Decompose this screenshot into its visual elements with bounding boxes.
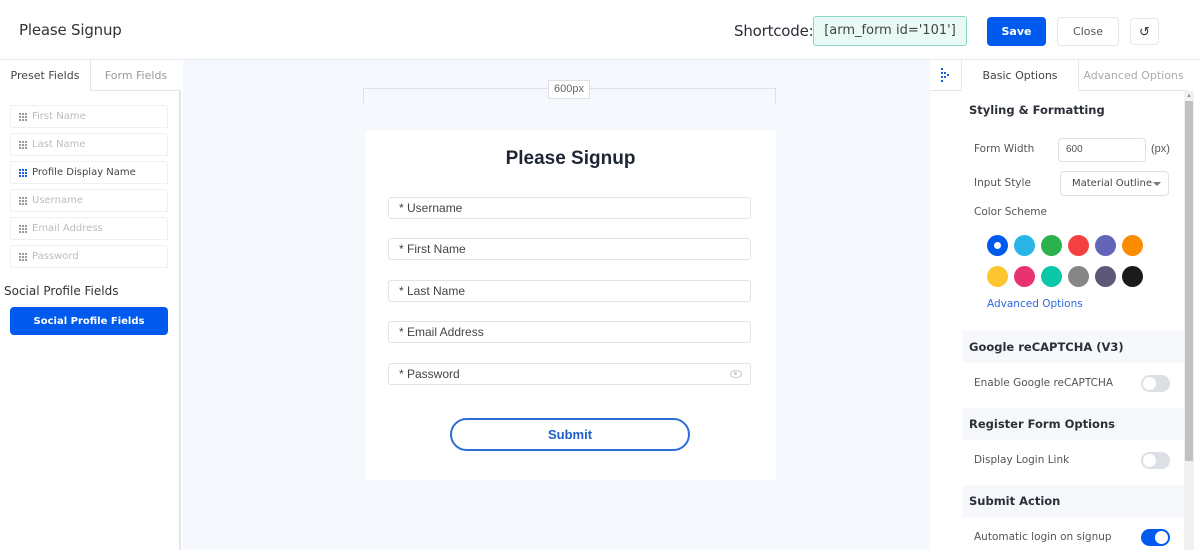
color-swatch[interactable] (1014, 235, 1035, 256)
right-panel: Basic Options Advanced Options Styling &… (930, 60, 1200, 550)
color-swatch[interactable] (1041, 235, 1062, 256)
drag-grid-icon (19, 224, 27, 233)
page-title: Please Signup (19, 21, 122, 39)
submit-button[interactable]: Submit (450, 418, 690, 451)
drag-handle-icon (941, 68, 951, 84)
field-item-username[interactable]: Username (10, 189, 168, 212)
enable-recaptcha-label: Enable Google reCAPTCHA (974, 377, 1114, 389)
scroll-up-arrow-icon[interactable]: ▲ (1186, 93, 1192, 99)
submit-action-heading: Submit Action (962, 485, 1184, 517)
form-width-unit: (px) (1151, 143, 1170, 155)
username-input[interactable]: * Username (388, 197, 751, 219)
color-swatch[interactable] (1122, 266, 1143, 287)
form-preview: Please Signup * Username * First Name * … (365, 130, 776, 480)
field-item-label: Profile Display Name (32, 167, 136, 178)
chevron-down-icon (1153, 182, 1161, 186)
social-profile-heading: Social Profile Fields (4, 284, 119, 298)
top-bar: Please Signup Shortcode: [arm_form id='1… (0, 0, 1200, 60)
close-button[interactable]: Close (1057, 17, 1119, 46)
field-item-label: First Name (32, 111, 86, 122)
advanced-options-link[interactable]: Advanced Options (987, 298, 1083, 310)
color-swatch[interactable] (1068, 266, 1089, 287)
drag-grid-icon (19, 196, 27, 205)
form-width-input[interactable]: 600 (1058, 138, 1146, 162)
panel-toggle-handle[interactable] (930, 60, 962, 91)
drag-grid-icon (19, 112, 27, 121)
email-address-input[interactable]: * Email Address (388, 321, 751, 343)
color-scheme-label: Color Scheme (974, 206, 1047, 218)
tab-basic-options[interactable]: Basic Options (962, 60, 1078, 91)
field-item-label: Username (32, 195, 83, 206)
password-label: * Password (399, 367, 460, 381)
reset-icon: ↺ (1139, 24, 1150, 39)
last-name-input[interactable]: * Last Name (388, 280, 751, 302)
recaptcha-heading: Google reCAPTCHA (V3) (962, 331, 1184, 363)
field-item-label: Email Address (32, 223, 103, 234)
form-canvas: 600px Please Signup * Username * First N… (183, 60, 930, 550)
form-width-label: Form Width (974, 143, 1035, 155)
password-input[interactable]: * Password (388, 363, 751, 385)
field-item-label: Last Name (32, 139, 86, 150)
first-name-input[interactable]: * First Name (388, 238, 751, 260)
auto-login-toggle[interactable] (1141, 529, 1170, 546)
enable-recaptcha-toggle[interactable] (1141, 375, 1170, 392)
styling-heading: Styling & Formatting (962, 94, 1184, 126)
input-style-select[interactable]: Material Outline (1060, 171, 1169, 196)
display-login-link-label: Display Login Link (974, 454, 1070, 466)
reset-button[interactable]: ↺ (1130, 18, 1159, 45)
register-options-heading: Register Form Options (962, 408, 1184, 440)
field-item-email-address[interactable]: Email Address (10, 217, 168, 240)
drag-grid-icon (19, 252, 27, 261)
field-item-password[interactable]: Password (10, 245, 168, 268)
color-swatch[interactable] (987, 266, 1008, 287)
color-swatch[interactable] (1041, 266, 1062, 287)
color-swatch[interactable] (1095, 235, 1116, 256)
tab-advanced-options[interactable]: Advanced Options (1078, 60, 1188, 91)
left-panel: Preset Fields Form Fields First Name Las… (0, 60, 181, 550)
input-style-value: Material Outline (1072, 178, 1152, 189)
preset-field-list: First Name Last Name Profile Display Nam… (10, 105, 168, 273)
shortcode-label: Shortcode: (734, 22, 814, 40)
tab-preset-fields[interactable]: Preset Fields (0, 60, 90, 91)
field-item-label: Password (32, 251, 79, 262)
color-swatch[interactable] (1068, 235, 1089, 256)
drag-grid-icon (19, 168, 27, 177)
color-swatch[interactable] (1122, 235, 1143, 256)
shortcode-field[interactable]: [arm_form id='101'] (813, 16, 967, 46)
drag-grid-icon (19, 140, 27, 149)
form-title[interactable]: Please Signup (365, 148, 776, 170)
ruler-width-label: 600px (548, 80, 590, 99)
save-button[interactable]: Save (987, 17, 1046, 46)
color-swatch[interactable] (1095, 266, 1116, 287)
color-swatch[interactable] (1014, 266, 1035, 287)
settings-scrollbar[interactable]: ▲ (1184, 91, 1194, 550)
display-login-link-toggle[interactable] (1141, 452, 1170, 469)
social-profile-fields-button[interactable]: Social Profile Fields (10, 307, 168, 335)
tab-form-fields[interactable]: Form Fields (90, 60, 181, 91)
settings-panel: Styling & Formatting Form Width 600 (px)… (962, 91, 1184, 550)
auto-login-label: Automatic login on signup (974, 531, 1112, 543)
eye-icon[interactable] (730, 370, 742, 378)
scrollbar-thumb[interactable] (1185, 101, 1193, 461)
field-item-last-name[interactable]: Last Name (10, 133, 168, 156)
field-item-first-name[interactable]: First Name (10, 105, 168, 128)
input-style-label: Input Style (974, 177, 1031, 189)
color-swatch[interactable] (987, 235, 1008, 256)
field-item-profile-display-name[interactable]: Profile Display Name (10, 161, 168, 184)
